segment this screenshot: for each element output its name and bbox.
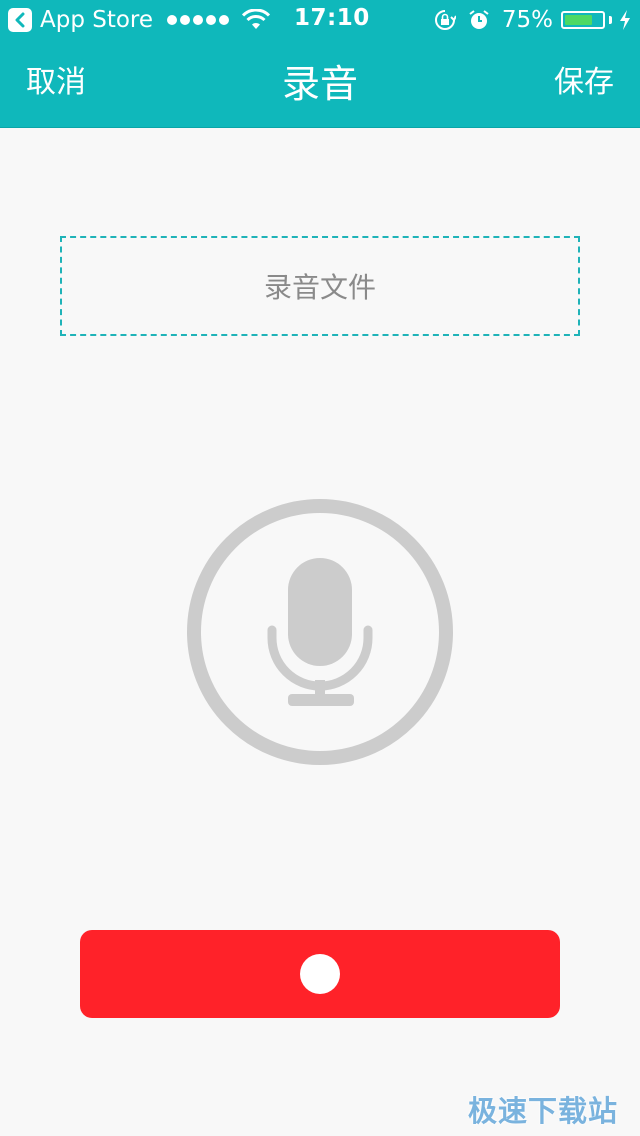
back-app-label[interactable]: App Store [40, 7, 153, 33]
page-title: 录音 [281, 62, 358, 106]
signal-strength-icon [167, 15, 232, 25]
wifi-icon [242, 9, 271, 29]
status-left: App Store [8, 4, 271, 36]
app-header: App Store 17:10 75% 取消 录音 保存 [0, 0, 640, 128]
battery-level-fill [565, 15, 592, 25]
microphone-indicator [186, 498, 454, 766]
save-button[interactable]: 保存 [554, 63, 614, 103]
back-icon[interactable] [8, 8, 32, 32]
microphone-icon [187, 499, 453, 765]
alarm-icon [469, 10, 489, 29]
recording-file-box[interactable]: 录音文件 [60, 236, 580, 336]
charging-bolt-icon [620, 10, 630, 30]
status-right: 75% [434, 4, 632, 36]
battery-percent: 75% [501, 7, 553, 33]
watermark: 极速下载站 [467, 1094, 618, 1128]
record-dot-icon [300, 954, 340, 994]
status-time: 17:10 [294, 5, 370, 31]
battery-nub [609, 16, 612, 24]
rotation-lock-icon [434, 10, 456, 30]
status-bar: App Store 17:10 75% [0, 0, 640, 40]
battery-icon [561, 11, 605, 29]
record-button[interactable] [80, 930, 560, 1018]
recording-file-label: 录音文件 [263, 271, 376, 304]
